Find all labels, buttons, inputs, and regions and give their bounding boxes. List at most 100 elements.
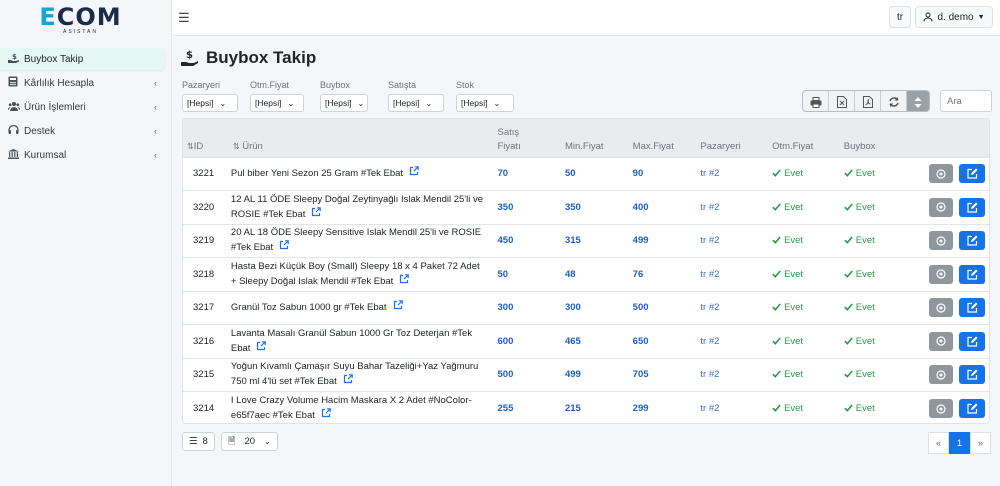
sidebar-item-ka-rl-l-k-hesapla[interactable]: Kârlılık Hesapla ‹ — [0, 72, 165, 94]
list-icon: ☰ — [189, 436, 198, 447]
refresh-icon — [888, 97, 899, 107]
cell-marketplace[interactable]: tr #2 — [694, 191, 766, 225]
export-pdf-button[interactable] — [855, 91, 881, 111]
brand-logo[interactable]: ECOM ASISTAN — [0, 0, 171, 40]
cell-auto-price: Evet — [766, 157, 838, 191]
edit-icon — [966, 369, 977, 380]
export-excel-button[interactable] — [829, 91, 855, 111]
table-footer: ☰ 8 🗎 20 ⌄ — [182, 432, 278, 451]
filter-select[interactable]: [Hepsi] ⌄ — [456, 94, 514, 112]
edit-button[interactable] — [959, 331, 985, 351]
chevron-left-icon: ‹ — [154, 78, 157, 88]
cell-marketplace[interactable]: tr #2 — [694, 325, 766, 359]
check-icon — [772, 168, 784, 179]
chevron-left-icon: ‹ — [154, 126, 157, 136]
col-sale-price[interactable]: Satış Fiyatı — [492, 119, 559, 157]
cell-sale-price: 500 — [497, 369, 514, 381]
cell-actions — [909, 325, 989, 359]
edit-icon — [966, 336, 977, 347]
cell-product: Hasta Bezi Küçük Boy (Small) Sleepy 18 x… — [230, 260, 480, 289]
table-row: 3216 Lavanta Masalı Granül Sabun 1000 Gr … — [183, 324, 989, 359]
sidebar-item-buybox-takip[interactable]: $ Buybox Takip — [0, 48, 165, 70]
topbar: ☰ tr d. demo ▼ — [172, 0, 1000, 36]
col-marketplace[interactable]: Pazaryeri — [694, 119, 766, 157]
filter-select[interactable]: [Hepsi] ⌄ — [182, 94, 238, 112]
language-button[interactable]: tr — [889, 6, 911, 28]
external-link-icon[interactable] — [343, 374, 353, 389]
sidebar-item-u-ru-n-i-s-lemleri[interactable]: Ürün İşlemleri ‹ — [0, 96, 165, 118]
cell-auto-price: Evet — [766, 191, 838, 225]
table-row: 3218 Hasta Bezi Küçük Boy (Small) Sleepy … — [183, 257, 989, 292]
page-1-button[interactable]: 1 — [949, 432, 970, 454]
circle-dot-icon — [936, 303, 946, 313]
filter-select[interactable]: [Hepsi] ⌄ — [320, 94, 368, 112]
cell-product: Yoğun Kıvamlı Çamaşır Suyu Bahar Tazeliğ… — [230, 361, 479, 389]
sidebar-item-destek[interactable]: Destek ‹ — [0, 120, 165, 142]
edit-icon — [966, 403, 977, 414]
detail-button[interactable] — [929, 231, 953, 251]
search-input[interactable] — [940, 90, 992, 112]
page-prev-button[interactable]: « — [928, 432, 949, 454]
print-icon — [810, 96, 821, 108]
edit-button[interactable] — [959, 231, 985, 251]
detail-button[interactable] — [929, 164, 953, 184]
cell-id: 3216 — [193, 335, 215, 347]
external-link-icon[interactable] — [409, 166, 419, 181]
external-link-icon[interactable] — [279, 240, 289, 255]
chevron-left-icon: ‹ — [154, 150, 157, 160]
cell-sale-price: 450 — [497, 235, 514, 247]
filter-select[interactable]: [Hepsi] ⌄ — [250, 94, 304, 112]
cell-product: Granül Toz Sabun 1000 gr #Tek Ebat — [225, 291, 492, 325]
pagination: « 1 » — [928, 432, 991, 454]
bank-icon — [8, 148, 24, 162]
user-menu-button[interactable]: d. demo ▼ — [915, 6, 993, 28]
detail-button[interactable] — [929, 298, 953, 318]
sidebar-item-kurumsal[interactable]: Kurumsal ‹ — [0, 144, 165, 166]
sort-icon — [914, 96, 922, 108]
detail-button[interactable] — [929, 331, 953, 351]
edit-icon — [966, 202, 977, 213]
cell-marketplace[interactable]: tr #2 — [694, 157, 766, 191]
cell-marketplace[interactable]: tr #2 — [694, 358, 766, 392]
col-min-price[interactable]: Min.Fiyat — [559, 119, 627, 157]
cell-marketplace[interactable]: tr #2 — [694, 392, 766, 424]
cell-auto-price: Evet — [766, 224, 838, 258]
external-link-icon[interactable] — [256, 340, 267, 356]
circle-dot-icon — [936, 336, 946, 346]
edit-button[interactable] — [959, 298, 985, 318]
external-link-icon[interactable] — [311, 206, 322, 222]
edit-button[interactable] — [959, 264, 985, 284]
print-button[interactable] — [803, 91, 829, 111]
chevron-down-icon: ⌄ — [357, 98, 365, 108]
chevron-down-icon: ⌄ — [493, 98, 501, 108]
col-auto-price[interactable]: Otm.Fiyat — [766, 119, 838, 157]
col-product[interactable]: ⇅ Ürün — [225, 119, 492, 157]
edit-button[interactable] — [959, 164, 985, 184]
col-buybox[interactable]: Buybox — [838, 119, 910, 157]
detail-button[interactable] — [929, 264, 953, 284]
detail-button[interactable] — [929, 365, 953, 385]
page-next-button[interactable]: » — [970, 432, 991, 454]
page-size-select[interactable]: 🗎 20 ⌄ — [220, 432, 278, 451]
external-link-icon[interactable] — [399, 273, 410, 289]
edit-button[interactable] — [959, 197, 985, 217]
cell-min-price: 350 — [564, 201, 581, 213]
sort-toggle-button[interactable] — [907, 91, 929, 111]
detail-button[interactable] — [929, 197, 953, 217]
edit-button[interactable] — [959, 399, 985, 418]
menu-toggle-icon[interactable]: ☰ — [178, 10, 190, 26]
col-max-price[interactable]: Max.Fiyat — [627, 119, 695, 157]
circle-dot-icon — [936, 169, 946, 179]
external-link-icon[interactable] — [393, 300, 403, 315]
col-id[interactable]: ⇅ID — [183, 119, 225, 157]
edit-button[interactable] — [959, 365, 985, 385]
cell-marketplace[interactable]: tr #2 — [694, 291, 766, 325]
filter-select[interactable]: [Hepsi] ⌄ — [388, 94, 444, 112]
external-link-icon[interactable] — [321, 408, 331, 423]
check-icon — [772, 336, 784, 347]
cell-marketplace[interactable]: tr #2 — [694, 224, 766, 258]
cell-marketplace[interactable]: tr #2 — [694, 258, 766, 292]
cell-id: 3219 — [193, 235, 215, 247]
detail-button[interactable] — [929, 399, 953, 418]
refresh-button[interactable] — [881, 91, 907, 111]
